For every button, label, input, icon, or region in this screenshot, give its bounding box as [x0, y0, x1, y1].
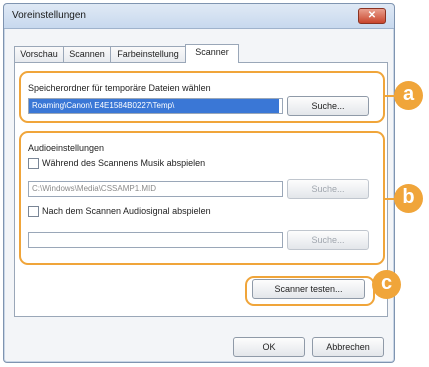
temp-folder-browse-button[interactable]: Suche...: [287, 96, 369, 116]
audio-settings-label: Audioeinstellungen: [28, 143, 105, 153]
cancel-button[interactable]: Abbrechen: [312, 337, 384, 357]
tab-scannen[interactable]: Scannen: [63, 46, 111, 63]
signal-checkbox[interactable]: [28, 206, 39, 217]
callout-marker-c: c: [372, 270, 401, 299]
window-title: Voreinstellungen: [12, 10, 86, 21]
temp-folder-path-text: Roaming\Canon\ E4E1584B0227\Temp\: [32, 101, 175, 110]
ok-button[interactable]: OK: [233, 337, 305, 357]
temp-folder-label: Speicherordner für temporäre Dateien wäh…: [28, 83, 211, 93]
scanner-tab-panel: Speicherordner für temporäre Dateien wäh…: [14, 62, 388, 317]
signal-browse-button[interactable]: Suche...: [287, 230, 369, 250]
scanner-test-button[interactable]: Scanner testen...: [252, 279, 365, 299]
callout-marker-a: a: [394, 81, 423, 110]
music-browse-button[interactable]: Suche...: [287, 179, 369, 199]
tab-vorschau[interactable]: Vorschau: [14, 46, 64, 63]
temp-folder-path-field[interactable]: Roaming\Canon\ E4E1584B0227\Temp\: [28, 98, 283, 114]
tab-farbeinstellung[interactable]: Farbeinstellung: [110, 46, 186, 63]
callout-marker-b: b: [394, 184, 423, 213]
music-path-field[interactable]: C:\Windows\Media\CSSAMP1.MID: [28, 181, 283, 197]
close-button[interactable]: ✕: [358, 8, 386, 24]
signal-path-field[interactable]: [28, 232, 283, 248]
music-checkbox-label[interactable]: Während des Scannens Musik abspielen: [42, 158, 205, 168]
signal-checkbox-label[interactable]: Nach dem Scannen Audiosignal abspielen: [42, 206, 211, 216]
preferences-dialog: Voreinstellungen ✕ Vorschau Scannen Farb…: [3, 3, 395, 363]
tab-scanner[interactable]: Scanner: [185, 44, 239, 63]
title-bar[interactable]: Voreinstellungen ✕: [4, 4, 394, 29]
music-checkbox[interactable]: [28, 158, 39, 169]
